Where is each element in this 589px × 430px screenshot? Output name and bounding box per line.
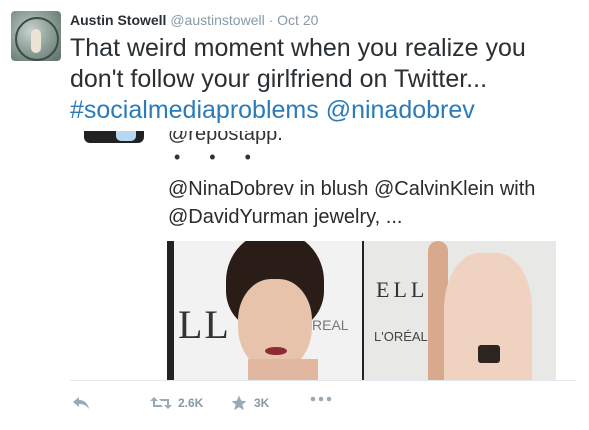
hashtag-link[interactable]: #socialmediaproblems — [70, 96, 319, 124]
tweet-text-body: That weird moment when you realize you d… — [70, 34, 526, 93]
photo-right-dress: ELLE L'ORÉAL — [364, 241, 556, 380]
tweet-card: Austin Stowell @austinstowell · Oct 20 T… — [0, 0, 589, 430]
tweet-header: Austin Stowell @austinstowell · Oct 20 — [70, 12, 318, 28]
photo-frame: LL REAL ELLE L'ORÉAL — [167, 241, 556, 380]
mention-link[interactable]: @ninadobrev — [326, 96, 475, 124]
repost-avatar-fragment-blue — [116, 131, 136, 141]
more-button[interactable] — [310, 396, 332, 402]
face — [238, 279, 312, 371]
author-handle[interactable]: @austinstowell — [170, 12, 264, 28]
favorite-count: 3K — [254, 396, 270, 410]
tweet-text: That weird moment when you realize you d… — [70, 33, 580, 126]
author-name[interactable]: Austin Stowell — [70, 12, 166, 28]
avatar[interactable] — [11, 11, 61, 61]
embedded-photo[interactable]: @repostapp. • • • @NinaDobrev in blush @… — [70, 131, 576, 380]
retweet-count: 2.6K — [178, 396, 204, 410]
reply-button[interactable] — [72, 396, 90, 410]
repost-handle: @repostapp. — [168, 131, 283, 145]
timestamp[interactable]: Oct 20 — [277, 12, 318, 28]
divider — [70, 380, 576, 381]
retweet-button[interactable]: 2.6K — [150, 396, 203, 410]
reply-icon — [72, 396, 90, 410]
favorite-button[interactable]: 3K — [230, 394, 269, 412]
oreal-logo-left: REAL — [312, 317, 349, 333]
elle-logo-left: LL — [178, 302, 231, 347]
repost-caption: @NinaDobrev in blush @CalvinKlein with @… — [168, 178, 536, 228]
photo-left-portrait: LL REAL — [174, 241, 362, 380]
lips — [265, 347, 287, 355]
more-icon — [310, 396, 332, 402]
favorite-icon — [230, 394, 248, 412]
avatar-figure — [31, 29, 41, 53]
neck — [248, 359, 318, 380]
oreal-logo-right: L'ORÉAL — [374, 329, 428, 344]
clutch — [478, 345, 500, 363]
repost-dots: • • • — [174, 147, 263, 167]
retweet-icon — [150, 396, 172, 410]
separator: · — [268, 12, 274, 28]
tweet-actions: 2.6K 3K — [0, 394, 589, 420]
